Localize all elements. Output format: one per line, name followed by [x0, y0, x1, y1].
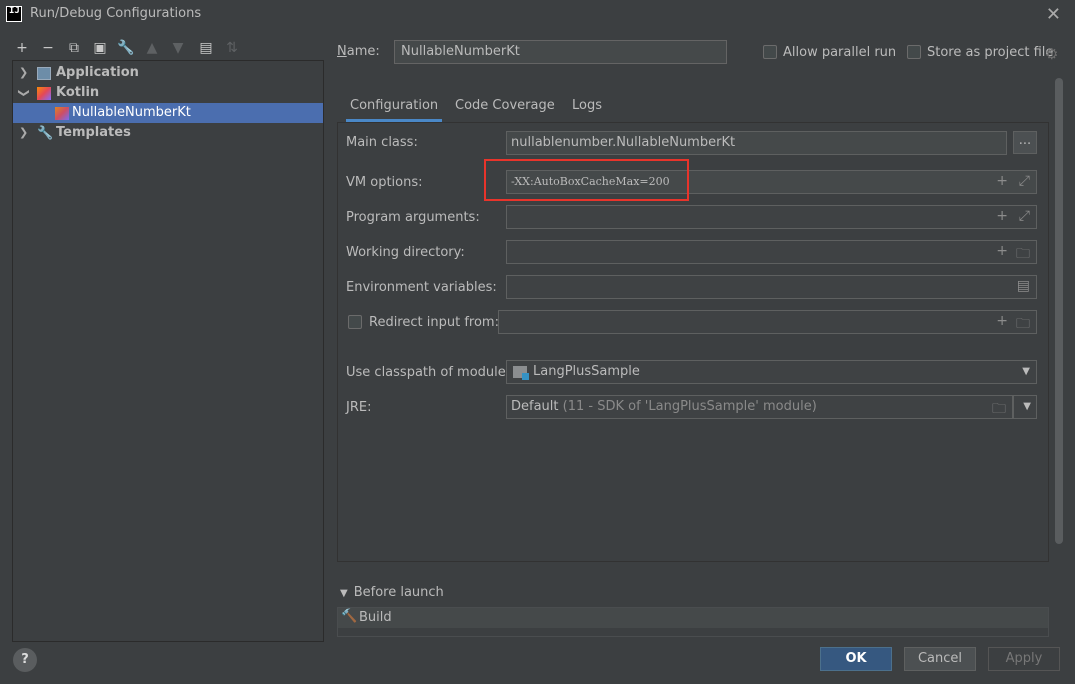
store-as-project-file-checkbox[interactable] [907, 45, 921, 59]
before-launch-label: Before launch [353, 585, 444, 600]
jre-dropdown-button[interactable]: ▼ [1013, 395, 1037, 419]
plus-icon[interactable]: + [996, 313, 1008, 329]
environment-variables-field[interactable]: ▤ [506, 275, 1037, 299]
allow-parallel-run-label: Allow parallel run [783, 45, 897, 60]
save-icon[interactable]: ▣ [90, 38, 110, 58]
wrench-icon[interactable]: 🔧 [116, 38, 136, 58]
document-icon[interactable]: ▤ [1017, 278, 1030, 294]
program-arguments-label: Program arguments: [346, 210, 480, 225]
gear-icon[interactable]: ⚙ [1045, 45, 1058, 63]
tree-item-nullablenumberkt[interactable]: NullableNumberKt [13, 103, 323, 123]
chevron-down-icon[interactable]: ▼ [1023, 401, 1031, 412]
module-select[interactable]: LangPlusSample ▼ [506, 360, 1037, 384]
working-directory-label: Working directory: [346, 245, 465, 260]
folder-icon[interactable]: 🗀 [992, 398, 1006, 422]
highlight-box [484, 159, 689, 201]
program-arguments-field[interactable]: + ⤢ [506, 205, 1037, 229]
title-bar: IJ Run/Debug Configurations ✕ [0, 0, 1075, 30]
redirect-input-label: Redirect input from: [369, 315, 499, 330]
chevron-down-icon[interactable]: ▼ [340, 588, 348, 599]
task-label: Build [359, 610, 392, 625]
name-input[interactable]: NullableNumberKt [394, 40, 727, 64]
module-select-value: LangPlusSample [533, 364, 640, 379]
move-up-icon[interactable]: ▲ [142, 38, 162, 58]
new-folder-icon[interactable]: ▤ [196, 38, 216, 58]
tree-item-label: Application [56, 65, 139, 80]
tree-item-application[interactable]: ❯ Application [13, 63, 323, 83]
jre-default-text: Default [511, 399, 559, 414]
configurations-tree: ❯ Application ❯ Kotlin NullableNumberKt … [12, 60, 324, 642]
chevron-right-icon[interactable]: ❯ [19, 123, 28, 143]
main-class-label: Main class: [346, 135, 418, 150]
tab-code-coverage[interactable]: Code Coverage [451, 92, 559, 122]
jre-detail-text: (11 - SDK of 'LangPlusSample' module) [562, 399, 817, 414]
tree-item-templates[interactable]: ❯ 🔧 Templates [13, 123, 323, 143]
jre-field[interactable]: Default (11 - SDK of 'LangPlusSample' mo… [506, 395, 1013, 419]
before-launch-task[interactable]: 🔨 Build [338, 608, 1048, 628]
tab-logs[interactable]: Logs [568, 92, 606, 122]
scrollbar[interactable] [1055, 78, 1063, 544]
kotlin-icon [37, 87, 51, 100]
allow-parallel-run-checkbox[interactable] [763, 45, 777, 59]
module-icon [513, 366, 529, 380]
hammer-icon: 🔨 [341, 609, 358, 624]
expand-icon[interactable]: ⤢ [1019, 208, 1030, 224]
folder-icon[interactable]: 🗀 [1016, 243, 1030, 267]
before-launch-header[interactable]: ▼ Before launch [340, 585, 444, 600]
cancel-button[interactable]: Cancel [904, 647, 976, 671]
copy-icon[interactable]: ⧉ [64, 38, 84, 58]
jre-label: JRE: [346, 400, 372, 415]
wrench-icon: 🔧 [37, 126, 54, 141]
help-button[interactable]: ? [13, 648, 37, 672]
add-icon[interactable]: + [12, 38, 32, 58]
working-directory-field[interactable]: + 🗀 [506, 240, 1037, 264]
apply-button[interactable]: Apply [988, 647, 1060, 671]
plus-icon[interactable]: + [996, 208, 1008, 224]
vm-options-label: VM options: [346, 175, 423, 190]
browse-main-class-button[interactable]: ... [1013, 131, 1037, 154]
environment-variables-label: Environment variables: [346, 280, 497, 295]
plus-icon[interactable]: + [996, 173, 1008, 189]
tab-bar: Configuration Code Coverage Logs [337, 92, 1049, 122]
application-icon [37, 67, 51, 80]
tab-configuration[interactable]: Configuration [346, 92, 443, 122]
redirect-input-checkbox[interactable] [348, 315, 362, 329]
tree-item-label: Kotlin [56, 85, 100, 100]
tree-item-label: Templates [56, 125, 131, 140]
store-as-project-file-label: Store as project file [927, 45, 1054, 60]
sort-icon[interactable]: ⇅ [222, 38, 242, 58]
redirect-input-field[interactable]: + 🗀 [498, 310, 1037, 334]
expand-icon[interactable]: ⤢ [1019, 173, 1030, 189]
plus-icon[interactable]: + [996, 243, 1008, 259]
folder-icon[interactable]: 🗀 [1016, 313, 1030, 337]
chevron-right-icon[interactable]: ❯ [19, 63, 28, 83]
tree-item-label: NullableNumberKt [72, 105, 191, 120]
ok-button[interactable]: OK [820, 647, 892, 671]
chevron-down-icon[interactable]: ▼ [1022, 366, 1030, 377]
chevron-down-icon[interactable]: ❯ [14, 88, 34, 97]
move-down-icon[interactable]: ▼ [168, 38, 188, 58]
intellij-app-icon: IJ [6, 6, 22, 22]
kotlin-file-icon [55, 107, 69, 120]
name-label: Name: [337, 44, 380, 59]
use-classpath-label: Use classpath of module: [346, 365, 511, 380]
window-title: Run/Debug Configurations [30, 6, 202, 21]
tree-item-kotlin[interactable]: ❯ Kotlin [13, 83, 323, 103]
config-toolbar: + − ⧉ ▣ 🔧 ▲ ▼ ▤ ⇅ [12, 38, 332, 58]
main-class-field[interactable]: nullablenumber.NullableNumberKt [506, 131, 1007, 155]
close-icon[interactable]: ✕ [1046, 4, 1061, 25]
remove-icon[interactable]: − [38, 38, 58, 58]
